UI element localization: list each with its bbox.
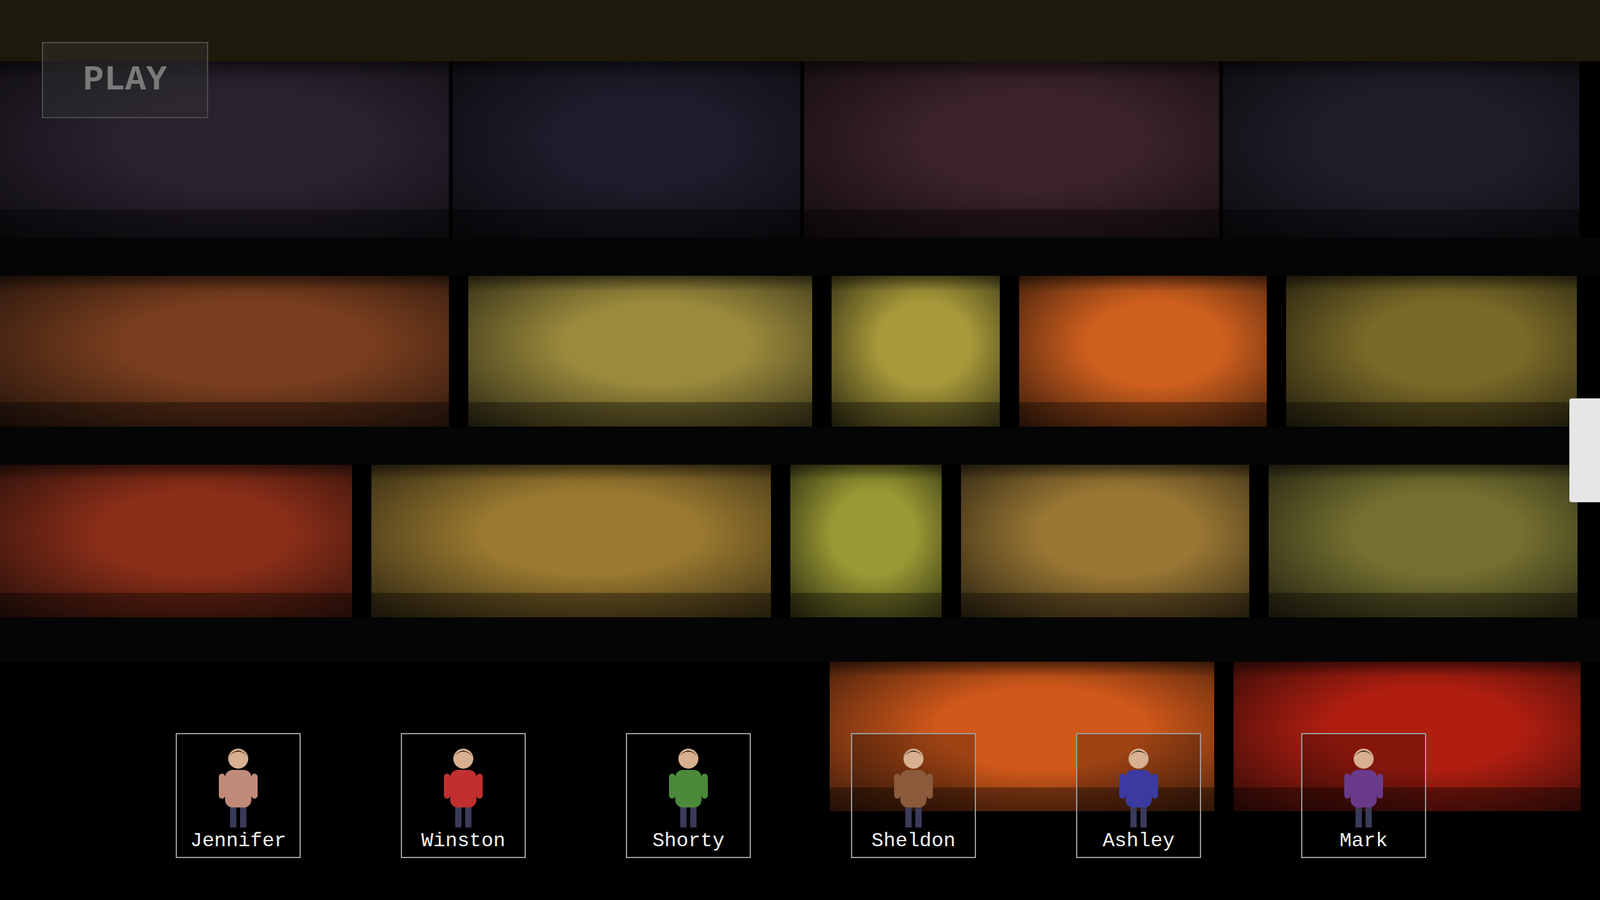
character-name: Shorty [652, 829, 725, 852]
character-card[interactable]: Shorty [625, 732, 751, 858]
ceiling-shade [831, 275, 1000, 291]
character-icon [428, 742, 498, 830]
ceiling-shade [1019, 275, 1267, 291]
ceiling-shade [790, 464, 942, 480]
floor-slab [0, 237, 1600, 276]
room-floor [452, 209, 801, 238]
ceiling-shade [468, 275, 813, 291]
floor [0, 61, 1600, 238]
room[interactable] [804, 61, 1220, 238]
ceiling-shade [1233, 661, 1581, 677]
top-band [0, 0, 1600, 62]
character-name: Jennifer [190, 829, 287, 852]
character-icon [1104, 742, 1173, 830]
room[interactable] [831, 275, 1000, 427]
room-floor [790, 592, 942, 618]
character-icon [203, 742, 273, 830]
room-floor [804, 209, 1220, 238]
room-floor [1286, 402, 1577, 427]
room[interactable] [1268, 464, 1578, 618]
room-floor [371, 592, 771, 618]
character-card[interactable]: Winston [400, 732, 526, 858]
room-floor [1019, 402, 1267, 427]
room-floor [468, 402, 813, 427]
character-card[interactable]: Mark [1301, 732, 1427, 858]
room[interactable] [961, 464, 1250, 618]
ceiling-shade [829, 661, 1215, 677]
ceiling-shade [804, 61, 1220, 79]
character-name: Sheldon [871, 829, 956, 852]
room[interactable] [790, 464, 942, 618]
character-card[interactable]: Ashley [1076, 732, 1202, 858]
room-floor [0, 402, 449, 427]
ceiling-shade [0, 275, 449, 291]
room[interactable] [1286, 275, 1577, 427]
ceiling-shade [961, 464, 1250, 480]
character-icon [1329, 742, 1399, 830]
floor-slab [0, 426, 1600, 465]
room[interactable] [1222, 61, 1580, 238]
room[interactable] [468, 275, 813, 427]
play-button[interactable]: PLAY [41, 41, 209, 119]
ceiling-shade [1268, 464, 1578, 480]
floor [0, 275, 1600, 427]
character-icon [879, 742, 948, 830]
room-floor [831, 402, 1000, 427]
character-bar: Jennifer Winston Shorty Sheldon Ashley Mark [175, 732, 1427, 858]
character-name: Mark [1339, 829, 1389, 852]
room-floor [1268, 592, 1578, 618]
ceiling-shade [1286, 275, 1577, 291]
room-floor [961, 592, 1250, 618]
floor-slab [0, 617, 1600, 662]
floor [0, 464, 1600, 618]
character-name: Winston [421, 829, 506, 852]
character-name: Ashley [1102, 829, 1175, 852]
ceiling-shade [1222, 61, 1580, 79]
character-icon [654, 742, 723, 830]
room-floor [1222, 209, 1580, 238]
room-floor [0, 592, 353, 618]
room[interactable] [371, 464, 771, 618]
side-tab[interactable] [1569, 398, 1600, 503]
character-card[interactable]: Sheldon [850, 732, 977, 858]
ceiling-shade [452, 61, 801, 79]
game-screen: PLAY Jennifer Winston Shorty Sheldon Ashley Ma… [0, 0, 1600, 900]
ceiling-shade [371, 464, 771, 480]
room[interactable] [0, 275, 449, 427]
room[interactable] [452, 61, 801, 238]
room[interactable] [1019, 275, 1267, 427]
ceiling-shade [0, 464, 353, 480]
room-floor [0, 209, 449, 238]
room[interactable] [0, 464, 353, 618]
character-card[interactable]: Jennifer [175, 732, 301, 858]
